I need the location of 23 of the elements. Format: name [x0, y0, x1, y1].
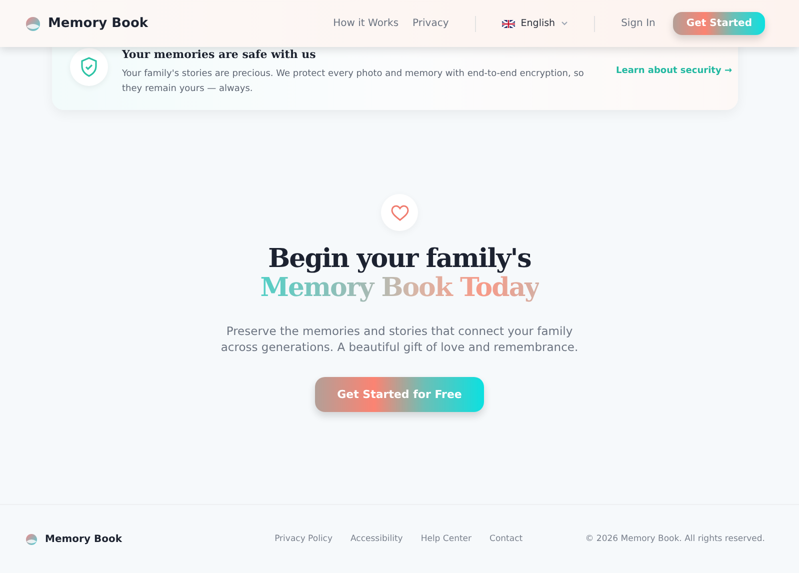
hero-title: Begin your family's — [268, 245, 531, 274]
sign-in-link[interactable]: Sign In — [621, 18, 656, 29]
hero-title-highlight: Memory Book Today — [260, 274, 539, 303]
get-started-free-button[interactable]: Get Started for Free — [315, 377, 484, 412]
flag-icon — [502, 20, 515, 28]
hero-subtitle: Preserve the memories and stories that connect your family across generations. A beautiful gift of love and remembrance. — [220, 323, 580, 355]
copyright-text: © 2026 Memory Book. All rights reserved. — [585, 534, 765, 544]
card-text: Your family's stories are precious. We protect every photo and memory with end-to-end encryption, so they remain yours — always. — [122, 68, 585, 96]
nav-link[interactable]: Privacy — [412, 18, 449, 29]
language-selector[interactable]: English — [502, 18, 568, 29]
footer-link[interactable]: Contact — [490, 534, 523, 544]
logo-icon — [26, 534, 37, 544]
footer-link[interactable]: Accessibility — [350, 534, 403, 544]
card-title: Your memories are safe with us — [122, 48, 317, 61]
footer-brand[interactable]: Memory Book — [45, 534, 122, 544]
logo-icon — [26, 16, 40, 30]
chevron-down-icon — [561, 21, 568, 26]
brand-name[interactable]: Memory Book — [48, 16, 148, 31]
footer-link[interactable]: Privacy Policy — [274, 534, 333, 544]
security-link[interactable]: Learn about security → — [616, 66, 732, 76]
shield-icon — [70, 48, 108, 86]
footer-link[interactable]: Help Center — [420, 534, 472, 544]
nav-link[interactable]: How it Works — [333, 18, 399, 29]
